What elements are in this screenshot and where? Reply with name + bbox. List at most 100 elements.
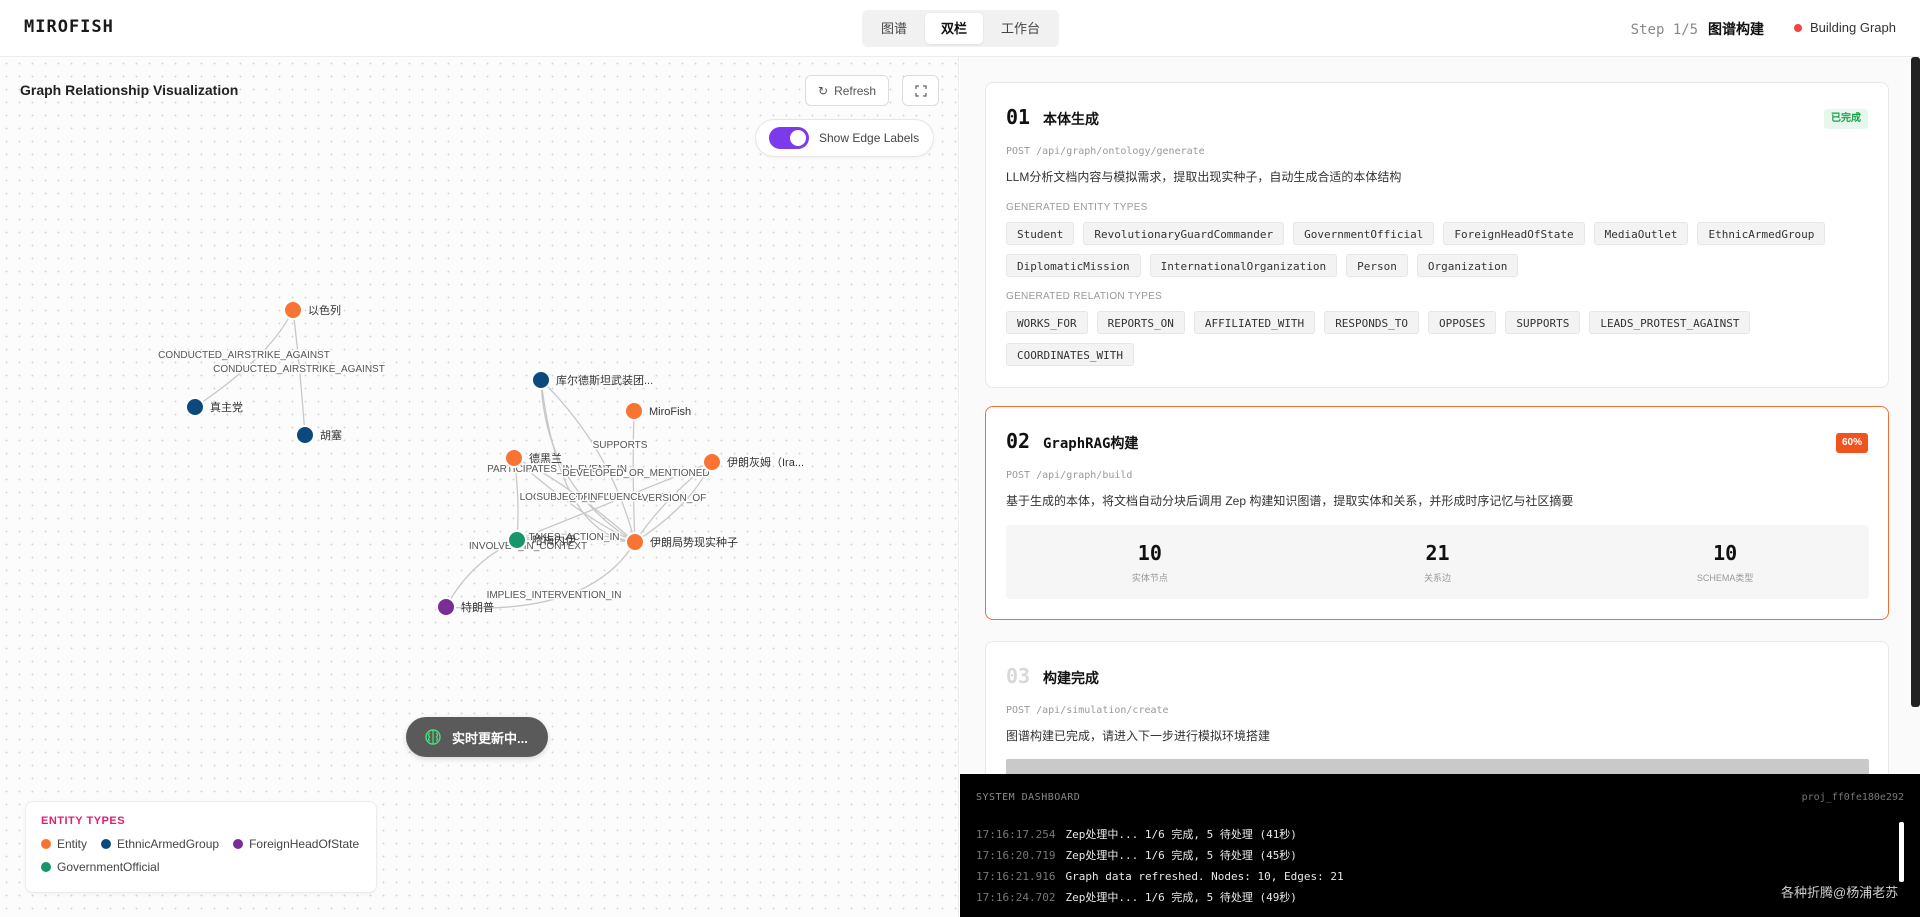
entity-legend: ENTITY TYPES Entity EthnicArmedGroup For… bbox=[25, 801, 377, 893]
status-text: Building Graph bbox=[1810, 20, 1896, 35]
build-stats: 10 实体节点 21 关系边 10 SCHEMA类型 bbox=[1006, 525, 1869, 599]
relation-type-tag: LEADS_PROTEST_AGAINST bbox=[1589, 311, 1751, 334]
graph-panel-title: Graph Relationship Visualization bbox=[20, 82, 239, 98]
graph-node[interactable] bbox=[531, 370, 551, 390]
project-id: proj_ff0fe180e292 bbox=[1801, 792, 1904, 803]
live-update-label: 实时更新中... bbox=[452, 730, 528, 746]
brand-logo: MIROFISH bbox=[24, 17, 114, 37]
entity-type-tag: ForeignHeadOfState bbox=[1443, 222, 1585, 245]
entity-type-tag: GovernmentOfficial bbox=[1293, 222, 1435, 245]
entity-type-tag: DiplomaticMission bbox=[1006, 254, 1141, 277]
graph-node[interactable] bbox=[185, 397, 205, 417]
stat-label: SCHEMA类型 bbox=[1696, 573, 1754, 583]
tab-graph[interactable]: 图谱 bbox=[865, 13, 923, 44]
graph-node[interactable] bbox=[295, 425, 315, 445]
step-number: 01 bbox=[1006, 105, 1031, 129]
api-endpoint: POST /api/graph/build bbox=[1006, 470, 1133, 481]
entity-type-tag: Person bbox=[1346, 254, 1408, 277]
step-description: 图谱构建已完成，请进入下一步进行模拟环境搭建 bbox=[1006, 729, 1271, 743]
edge-label: DEVELOPED_OR_MENTIONED bbox=[562, 468, 709, 479]
progress-badge: 60% bbox=[1835, 433, 1868, 453]
log-time: 17:16:21.916 bbox=[976, 870, 1056, 883]
step-title: GraphRAG构建 bbox=[1043, 436, 1139, 452]
stat-relation-edges: 21 关系边 bbox=[1294, 525, 1582, 599]
relation-type-tag: SUPPORTS bbox=[1505, 311, 1581, 334]
step-number: 03 bbox=[1006, 664, 1031, 688]
step-name: 图谱构建 bbox=[1708, 21, 1764, 37]
graph-node[interactable] bbox=[624, 401, 644, 421]
next-step-progress bbox=[1006, 759, 1869, 774]
relation-types-label: GENERATED RELATION TYPES bbox=[1006, 291, 1163, 302]
legend-item-entity: Entity bbox=[41, 837, 87, 851]
fullscreen-button[interactable] bbox=[902, 75, 939, 106]
stat-label: 关系边 bbox=[1424, 573, 1452, 583]
graph-node[interactable] bbox=[702, 452, 722, 472]
relation-types-list: WORKS_FOR REPORTS_ON AFFILIATED_WITH RES… bbox=[1006, 311, 1876, 366]
log-entry: 17:16:24.702 Zep处理中... 1/6 完成, 5 待处理 (49秒… bbox=[976, 887, 1904, 908]
graph-node[interactable] bbox=[504, 448, 524, 468]
log-message: Graph data refreshed. Nodes: 10, Edges: … bbox=[1065, 870, 1344, 883]
view-mode-tabs: 图谱 双栏 工作台 bbox=[862, 10, 1060, 47]
step-description: 基于生成的本体，将文档自动分块后调用 Zep 构建知识图谱，提取实体和关系，并形… bbox=[1006, 494, 1574, 508]
api-endpoint: POST /api/simulation/create bbox=[1006, 705, 1169, 716]
edge-labels-toggle[interactable]: Show Edge Labels bbox=[755, 119, 935, 157]
live-update-indicator: 实时更新中... bbox=[406, 717, 548, 757]
tab-workbench[interactable]: 工作台 bbox=[985, 13, 1056, 44]
legend-label: GovernmentOfficial bbox=[57, 860, 160, 874]
refresh-button[interactable]: ↻ Refresh bbox=[805, 75, 890, 106]
node-label: 伊朗局势现实种子 bbox=[650, 535, 738, 549]
log-time: 17:16:17.254 bbox=[976, 828, 1056, 841]
step-card-complete: 03 构建完成 POST /api/simulation/create 图谱构建… bbox=[985, 641, 1889, 774]
graph-node[interactable] bbox=[625, 532, 645, 552]
graph-panel: CONDUCTED_AIRSTRIKE_AGAINST CONDUCTED_AIR… bbox=[0, 57, 959, 917]
relation-type-tag: REPORTS_ON bbox=[1096, 311, 1185, 334]
legend-dot-icon bbox=[101, 839, 112, 849]
system-dashboard: SYSTEM DASHBOARD proj_ff0fe180e292 17:16… bbox=[960, 774, 1920, 917]
log-time: 17:16:20.719 bbox=[976, 849, 1056, 862]
node-label: 德黑兰 bbox=[529, 451, 562, 465]
legend-dot-icon bbox=[41, 839, 51, 849]
panel-scrollbar[interactable] bbox=[1911, 57, 1920, 707]
brain-icon bbox=[425, 729, 441, 745]
entity-type-tag: MediaOutlet bbox=[1593, 222, 1689, 245]
edge-label: IMPLIES_INTERVENTION_IN bbox=[487, 590, 622, 601]
log-time: 17:16:24.702 bbox=[976, 891, 1056, 904]
legend-dot-icon bbox=[41, 862, 51, 872]
graph-node[interactable] bbox=[283, 300, 303, 320]
log-entry: 17:16:17.254 Zep处理中... 1/6 完成, 5 待处理 (41秒… bbox=[976, 824, 1904, 845]
legend-item-ethnic-armed-group: EthnicArmedGroup bbox=[101, 837, 219, 851]
step-number: 02 bbox=[1006, 429, 1031, 453]
entity-types-label: GENERATED ENTITY TYPES bbox=[1006, 202, 1148, 213]
entity-types-list: Student RevolutionaryGuardCommander Gove… bbox=[1006, 222, 1876, 277]
stat-schema-types: 10 SCHEMA类型 bbox=[1581, 525, 1869, 599]
status-badge: 已完成 bbox=[1824, 109, 1868, 129]
stat-entity-nodes: 10 实体节点 bbox=[1006, 525, 1294, 599]
status-dot-icon bbox=[1794, 23, 1802, 32]
log-scrollbar[interactable] bbox=[1899, 822, 1904, 882]
graph-node[interactable] bbox=[436, 597, 456, 617]
log-message: Zep处理中... 1/6 完成, 5 待处理 (41秒) bbox=[1065, 828, 1297, 841]
legend-dot-icon bbox=[233, 839, 244, 849]
node-label: 特朗普 bbox=[461, 600, 494, 614]
log-message: Zep处理中... 1/6 完成, 5 待处理 (49秒) bbox=[1065, 891, 1297, 904]
relation-type-tag: OPPOSES bbox=[1428, 311, 1497, 334]
log-list: 17:16:17.254 Zep处理中... 1/6 完成, 5 待处理 (41秒… bbox=[976, 824, 1904, 908]
log-entry: 17:16:21.916 Graph data refreshed. Nodes:… bbox=[976, 866, 1904, 887]
legend-label: ForeignHeadOfState bbox=[249, 837, 360, 851]
stat-value: 10 bbox=[1137, 541, 1162, 565]
relation-type-tag: WORKS_FOR bbox=[1006, 311, 1088, 334]
graph-node[interactable] bbox=[507, 530, 527, 550]
step-title: 构建完成 bbox=[1043, 670, 1099, 686]
legend-title: ENTITY TYPES bbox=[41, 815, 126, 827]
legend-item-foreign-head-of-state: ForeignHeadOfState bbox=[233, 837, 359, 851]
log-entry: 17:16:20.719 Zep处理中... 1/6 完成, 5 待处理 (45秒… bbox=[976, 845, 1904, 866]
entity-type-tag: Student bbox=[1006, 222, 1075, 245]
stat-label: 实体节点 bbox=[1131, 573, 1168, 583]
legend-item-government-official: GovernmentOfficial bbox=[41, 860, 160, 874]
node-label: 伊朗灰姆（Ira... bbox=[727, 455, 804, 469]
relation-type-tag: RESPONDS_TO bbox=[1324, 311, 1420, 334]
toggle-switch[interactable] bbox=[769, 127, 809, 149]
tab-split[interactable]: 双栏 bbox=[925, 13, 984, 44]
graph-canvas[interactable]: CONDUCTED_AIRSTRIKE_AGAINST CONDUCTED_AIR… bbox=[0, 57, 959, 917]
entity-type-tag: Organization bbox=[1416, 254, 1519, 277]
